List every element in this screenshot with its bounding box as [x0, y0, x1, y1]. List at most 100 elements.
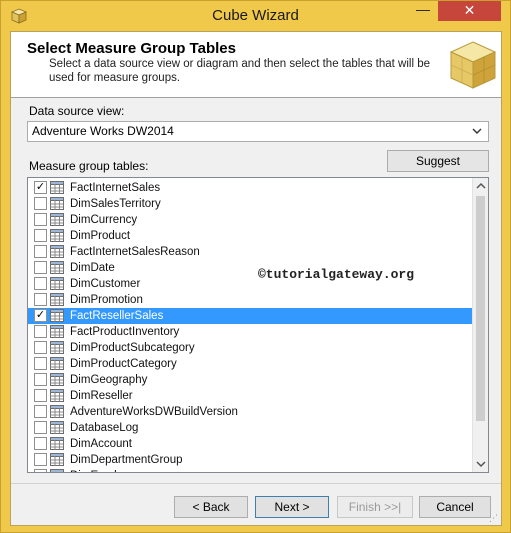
table-icon	[50, 229, 64, 242]
minimize-button[interactable]: —	[409, 2, 437, 22]
table-row-label: DimDate	[70, 262, 115, 274]
table-row-label: DimProductCategory	[70, 358, 177, 370]
finish-button[interactable]: Finish >>|	[337, 496, 413, 518]
table-checkbox[interactable]: ✓	[34, 181, 47, 194]
table-icon	[50, 181, 64, 194]
table-row-label: DimCustomer	[70, 278, 141, 290]
table-icon	[50, 341, 64, 354]
page-title: Select Measure Group Tables	[27, 40, 236, 57]
data-source-view-select[interactable]: Adventure Works DW2014	[27, 121, 489, 142]
table-checkbox[interactable]	[34, 341, 47, 354]
close-button[interactable]: ✕	[438, 1, 501, 21]
chevron-down-icon	[472, 123, 482, 146]
table-row[interactable]: ✓ FactResellerSales	[28, 308, 473, 324]
table-icon	[50, 261, 64, 274]
cancel-button[interactable]: Cancel	[419, 496, 491, 518]
table-row[interactable]: DimProductCategory	[28, 356, 473, 372]
title-bar[interactable]: Cube Wizard — ✕	[1, 1, 510, 31]
table-row[interactable]: DimProduct	[28, 228, 473, 244]
table-checkbox[interactable]	[34, 213, 47, 226]
table-icon	[50, 277, 64, 290]
table-row-label: DatabaseLog	[70, 422, 139, 434]
table-row-label: DimDepartmentGroup	[70, 454, 183, 466]
table-row[interactable]: DimDepartmentGroup	[28, 452, 473, 468]
table-checkbox[interactable]	[34, 229, 47, 242]
table-checkbox[interactable]	[34, 405, 47, 418]
table-icon	[50, 293, 64, 306]
dsv-selected-value: Adventure Works DW2014	[32, 124, 174, 138]
table-icon	[50, 213, 64, 226]
table-row-label: DimReseller	[70, 390, 133, 402]
table-row[interactable]: DatabaseLog	[28, 420, 473, 436]
table-row[interactable]: DimEmployee	[28, 468, 473, 472]
table-row-label: FactInternetSalesReason	[70, 246, 200, 258]
resize-grip-icon[interactable]: ⋰	[489, 513, 499, 523]
table-icon	[50, 373, 64, 386]
next-button[interactable]: Next >	[255, 496, 329, 518]
scroll-thumb[interactable]	[476, 196, 485, 421]
table-checkbox[interactable]: ✓	[34, 309, 47, 322]
table-row-label: DimPromotion	[70, 294, 143, 306]
table-row-label: FactProductInventory	[70, 326, 180, 338]
measure-group-tables-list[interactable]: ✓ FactInternetSales DimSalesTerritory DimCu…	[27, 177, 489, 473]
table-checkbox[interactable]	[34, 421, 47, 434]
table-checkbox[interactable]	[34, 245, 47, 258]
table-row[interactable]: FactProductInventory	[28, 324, 473, 340]
table-icon	[50, 469, 64, 472]
table-row-label: DimGeography	[70, 374, 148, 386]
wizard-footer: < Back Next > Finish >>| Cancel ⋰	[11, 483, 501, 525]
table-row[interactable]: DimReseller	[28, 388, 473, 404]
table-checkbox[interactable]	[34, 437, 47, 450]
table-row[interactable]: DimGeography	[28, 372, 473, 388]
table-icon	[50, 405, 64, 418]
table-icon	[50, 437, 64, 450]
cube-wizard-window: Cube Wizard — ✕ Select Measure Group Tab…	[0, 0, 511, 533]
table-checkbox[interactable]	[34, 373, 47, 386]
watermark-text: ©tutorialgateway.org	[258, 267, 415, 282]
table-checkbox[interactable]	[34, 261, 47, 274]
table-row-label: AdventureWorksDWBuildVersion	[70, 406, 238, 418]
table-checkbox[interactable]	[34, 277, 47, 290]
table-row-label: DimAccount	[70, 438, 132, 450]
scroll-up-icon[interactable]	[473, 178, 488, 194]
table-icon	[50, 245, 64, 258]
table-checkbox[interactable]	[34, 325, 47, 338]
cube-graphic-icon	[449, 38, 497, 92]
dsv-label: Data source view:	[29, 104, 125, 118]
table-row[interactable]: DimAccount	[28, 436, 473, 452]
table-icon	[50, 309, 64, 322]
table-icon	[50, 325, 64, 338]
table-row-label: DimCurrency	[70, 214, 138, 226]
table-row[interactable]: DimPromotion	[28, 292, 473, 308]
measure-tables-label: Measure group tables:	[29, 159, 149, 173]
table-row[interactable]: DimSalesTerritory	[28, 196, 473, 212]
table-icon	[50, 421, 64, 434]
table-row-label: FactResellerSales	[70, 310, 164, 322]
table-row-label: DimProduct	[70, 230, 131, 242]
table-checkbox[interactable]	[34, 293, 47, 306]
back-button[interactable]: < Back	[174, 496, 248, 518]
table-checkbox[interactable]	[34, 389, 47, 402]
table-icon	[50, 197, 64, 210]
table-checkbox[interactable]	[34, 453, 47, 466]
table-icon	[50, 389, 64, 402]
table-row-label: FactInternetSales	[70, 182, 161, 194]
table-icon	[50, 453, 64, 466]
page-description: Select a data source view or diagram and…	[49, 58, 430, 84]
table-row[interactable]: FactInternetSalesReason	[28, 244, 473, 260]
table-row-label: DimProductSubcategory	[70, 342, 195, 354]
scroll-down-icon[interactable]	[473, 456, 488, 472]
table-checkbox[interactable]	[34, 357, 47, 370]
table-row-label: DimSalesTerritory	[70, 198, 161, 210]
table-checkbox[interactable]	[34, 469, 47, 472]
table-icon	[50, 357, 64, 370]
table-row[interactable]: AdventureWorksDWBuildVersion	[28, 404, 473, 420]
table-row-label: DimEmployee	[68, 469, 144, 472]
table-row[interactable]: DimProductSubcategory	[28, 340, 473, 356]
table-row[interactable]: DimCurrency	[28, 212, 473, 228]
list-scrollbar[interactable]	[472, 178, 488, 472]
table-row[interactable]: ✓ FactInternetSales	[28, 180, 473, 196]
table-checkbox[interactable]	[34, 197, 47, 210]
suggest-button[interactable]: Suggest	[387, 150, 489, 172]
wizard-header: Select Measure Group Tables Select a dat…	[11, 32, 501, 98]
